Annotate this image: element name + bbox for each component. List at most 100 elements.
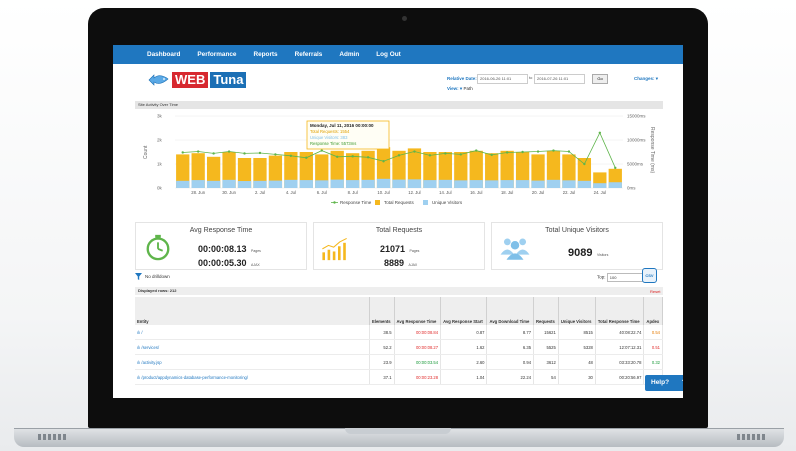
x-tick-label: 30. Jun xyxy=(222,190,236,195)
y2-tick-label: 10000ms xyxy=(627,138,646,143)
drilldown[interactable]: No drilldown xyxy=(135,273,170,280)
requests-ajax: 8889 xyxy=(384,258,405,268)
cell: 22.24 xyxy=(486,369,535,385)
visitor-count: 9089 xyxy=(568,247,593,259)
col-total-response[interactable]: Total Response Time xyxy=(595,297,645,325)
entity-link[interactable]: ılı /activity.jsp xyxy=(135,354,370,370)
response-time-point xyxy=(366,156,370,159)
cell: 00:00:23.28 xyxy=(394,369,442,385)
response-time-point xyxy=(505,151,509,154)
visitors-bar xyxy=(206,180,221,188)
col-entity[interactable]: Entity xyxy=(135,297,370,325)
entity-link[interactable]: ılı /product/appdynamics-database-perfor… xyxy=(135,369,370,385)
response-time-point xyxy=(397,154,401,157)
cell: 30 xyxy=(558,369,596,385)
col-avg-download[interactable]: Avg Download Time xyxy=(486,297,535,325)
visitors-bar xyxy=(191,180,205,188)
reset-link[interactable]: Reset xyxy=(650,289,660,294)
tuna-fish-icon xyxy=(148,74,169,86)
cell: 8515 xyxy=(558,325,596,340)
col-apdex[interactable]: Apdex xyxy=(643,297,663,325)
entity-link[interactable]: ılı / xyxy=(135,325,370,340)
nav-logout[interactable]: Log Out xyxy=(376,51,401,58)
x-tick-label: 4. Jul xyxy=(286,190,296,195)
entity-link[interactable]: ılı /services/ xyxy=(135,339,370,355)
x-tick-label: 8. Jul xyxy=(348,190,358,195)
help-button[interactable]: Help? ⌃ xyxy=(645,375,683,391)
tooltip-response: Response Time: 5573ms xyxy=(310,141,356,146)
table-row[interactable]: ılı /product/appdynamics-database-perfor… xyxy=(135,369,663,385)
cell: 40:08:22.74 xyxy=(595,325,645,340)
changes-dropdown[interactable]: Changes: ▾ xyxy=(634,76,658,82)
nav-admin[interactable]: Admin xyxy=(339,51,359,58)
cell: 23.9 xyxy=(369,354,395,370)
cell: 38.5 xyxy=(369,325,395,340)
webtuna-logo: WEB Tuna xyxy=(148,72,247,88)
x-tick-label: 28. Jun xyxy=(191,190,205,195)
visitors-bar xyxy=(176,180,190,188)
col-avg-response[interactable]: Avg Response Time xyxy=(394,297,442,325)
visitors-bar xyxy=(515,180,530,188)
unique-visitors-card: Total Unique Visitors 9089 Visitors xyxy=(491,222,663,270)
nav-referrals[interactable]: Referrals xyxy=(295,51,323,58)
table-row[interactable]: ılı /activity.jsp 23.9 00:00:03.54 2.60 … xyxy=(135,354,663,370)
vent-left xyxy=(38,434,66,440)
legend-label: Unique Visitors xyxy=(432,200,463,205)
avg-ajax-time: 00:00:05.30 xyxy=(198,258,247,268)
cell: 00:00:03.54 xyxy=(394,354,442,370)
cell: 1.62 xyxy=(440,339,488,355)
cell: 03:33:20.78 xyxy=(595,354,645,370)
cell: 54 xyxy=(533,369,559,385)
legend-label: Response Time xyxy=(340,200,372,205)
date-from-field[interactable]: 2016-06-26 11:01 xyxy=(477,74,528,84)
stopwatch-icon xyxy=(146,234,170,261)
response-time-point xyxy=(490,153,493,157)
laptop-notch xyxy=(345,428,451,434)
visitors-bar xyxy=(346,180,360,188)
col-unique-visitors[interactable]: Unique Visitors xyxy=(558,297,596,325)
avg-response-card: Avg Response Time 00:00:08.13 Pages 00:0… xyxy=(135,222,307,270)
cell: 6.35 xyxy=(486,339,535,355)
cell: 0.51 xyxy=(643,339,663,355)
nav-reports[interactable]: Reports xyxy=(253,51,277,58)
legend-swatch xyxy=(375,200,380,205)
response-time-point xyxy=(521,150,524,154)
growth-chart-icon xyxy=(322,238,347,261)
response-time-point xyxy=(444,152,447,155)
go-button[interactable]: Go xyxy=(592,74,608,84)
col-elements[interactable]: Elements xyxy=(369,297,395,325)
csv-download-button[interactable]: CSV xyxy=(642,268,657,283)
visitors-bar xyxy=(407,179,422,188)
view-dropdown[interactable]: View: ▾ Path xyxy=(447,86,473,92)
table-row[interactable]: ılı /services/ 52.2 00:00:08.27 1.62 6.3… xyxy=(135,339,663,355)
visitors-bar xyxy=(330,179,344,188)
visitors-bar xyxy=(485,180,499,188)
cell: 37.1 xyxy=(369,369,395,385)
vent-right xyxy=(737,434,765,440)
response-time-point xyxy=(196,150,200,153)
nav-performance[interactable]: Performance xyxy=(197,51,236,58)
y-tick-label: 3k xyxy=(157,114,163,119)
col-requests[interactable]: Requests xyxy=(533,297,559,325)
response-time-point xyxy=(552,149,555,152)
drilldown-label: No drilldown xyxy=(145,274,170,279)
total-requests-card: Total Requests 21071 Pages 8889 AJAX xyxy=(313,222,485,270)
x-tick-label: 16. Jul xyxy=(470,190,482,195)
visitors-bar xyxy=(268,180,283,188)
relative-date-dropdown[interactable]: Relative Date: ▾ xyxy=(447,76,480,82)
nav-dashboard[interactable]: Dashboard xyxy=(147,51,180,58)
top-input[interactable]: 100 xyxy=(606,273,647,282)
response-time-point xyxy=(351,155,354,158)
response-time-point xyxy=(598,131,602,134)
table-row[interactable]: ılı / 38.5 00:00:08.84 0.87 8.77 15621 8… xyxy=(135,325,663,340)
cell: 0.87 xyxy=(440,325,488,340)
logo-web: WEB xyxy=(172,72,209,88)
visitors-bar xyxy=(376,178,391,188)
visitors-group-icon xyxy=(500,238,530,260)
visitors-bar xyxy=(500,180,514,188)
response-time-point xyxy=(181,151,184,154)
response-time-point xyxy=(320,149,323,152)
date-to-field[interactable]: 2016-07-26 11:01 xyxy=(534,74,585,84)
legend-swatch xyxy=(423,200,428,205)
col-avg-start[interactable]: Avg Response Start xyxy=(440,297,488,325)
